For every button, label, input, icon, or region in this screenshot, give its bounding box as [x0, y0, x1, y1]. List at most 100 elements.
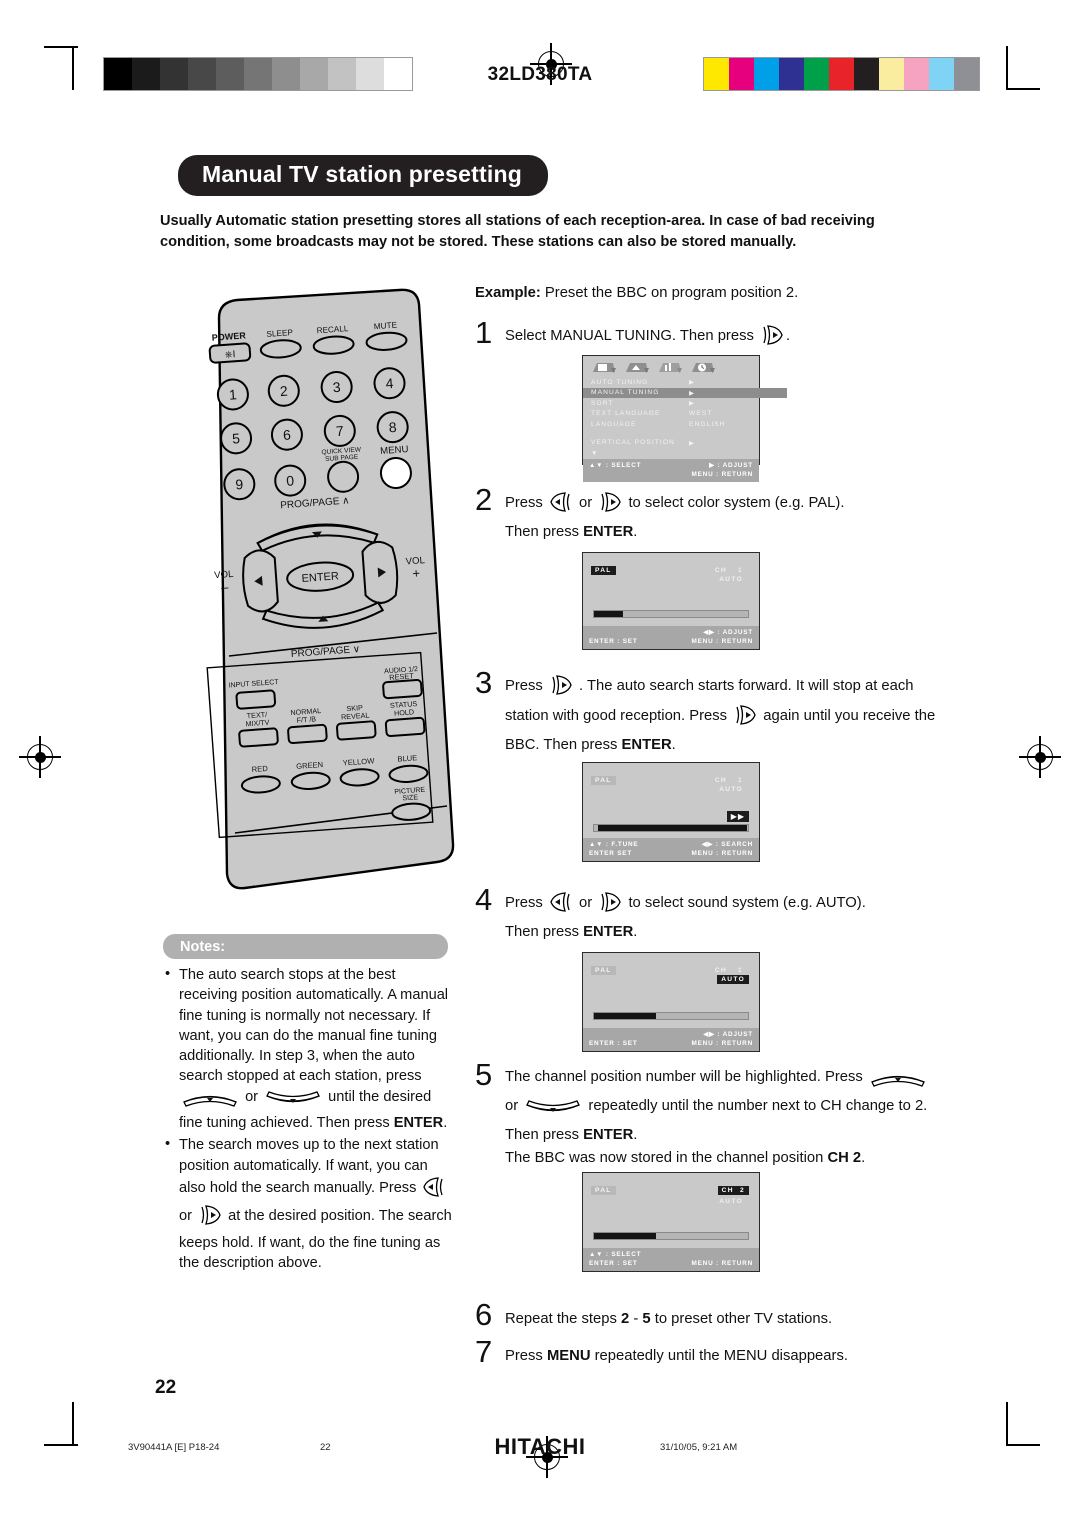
- step-2-mid: or: [574, 495, 597, 511]
- sound-icon: [624, 360, 650, 375]
- osd4-tuning-bar: [593, 1012, 749, 1020]
- osd3-foot-right-2: MENU : RETURN: [691, 850, 753, 857]
- osd-menu-value: ▶: [689, 379, 696, 387]
- model-number: 32LD380TA: [487, 64, 593, 85]
- step-5-mid: or: [505, 1098, 523, 1114]
- osd5-sound-tag: AUTO: [719, 1198, 743, 1205]
- osd-menu-row[interactable]: LANGUAGE ENGLISH: [591, 419, 759, 430]
- osd-footer: ◀▶ : ADJUST ENTER : SET MENU : RETURN: [583, 626, 759, 649]
- svg-text:8: 8: [388, 419, 397, 436]
- step-3-text: Press . The auto search starts forward. …: [505, 668, 941, 757]
- osd-screen-search: PAL CH 1 AUTO ▶▶ ▲▼ : F.TUNE ◀▶ : SEARCH…: [582, 762, 760, 862]
- step-6-a: Repeat the steps: [505, 1311, 621, 1327]
- prog-down-icon: [264, 1090, 322, 1113]
- step-3-enter: ENTER: [621, 737, 672, 753]
- note-1-part3c: .: [443, 1115, 448, 1132]
- step-4-enter: ENTER: [583, 924, 634, 940]
- svg-text:7: 7: [335, 423, 344, 440]
- osd4-sound-tag: AUTO: [717, 975, 749, 984]
- step-7: 7 Press MENU repeatedly until the MENU d…: [475, 1334, 848, 1369]
- bullet-icon: •: [165, 1136, 171, 1153]
- osd2-ch-label: CH: [714, 567, 727, 574]
- osd3-ch-label: CH: [714, 777, 727, 784]
- step-4: 4 Press or to select sound system (e.g. …: [475, 884, 866, 944]
- note-1-mid: or: [245, 1088, 259, 1105]
- osd-screen-channel-position: PAL CH 2 AUTO ▲▼ : SELECT ENTER : SET ME…: [582, 1172, 760, 1272]
- feature-icon: [657, 360, 683, 375]
- osd-menu-row[interactable]: MANUAL TUNING ▶: [583, 387, 787, 398]
- osd3-fast-forward-icon: ▶▶: [726, 811, 749, 822]
- svg-text:RED: RED: [251, 764, 268, 774]
- osd5-ch-value: 2: [740, 1187, 745, 1194]
- step-6: 6 Repeat the steps 2 - 5 to preset other…: [475, 1299, 833, 1331]
- vol-left-icon: [422, 1176, 446, 1204]
- svg-text:F/T /B: F/T /B: [296, 714, 316, 724]
- osd-menu-row[interactable]: SORT ▶: [591, 398, 759, 409]
- osd-menu-label: AUTO TUNING: [591, 378, 649, 386]
- osd1-foot-right-2: MENU : RETURN: [691, 470, 753, 478]
- osd-menu-row[interactable]: AUTO TUNING ▶: [591, 377, 759, 388]
- svg-text:+: +: [412, 566, 421, 582]
- step-5-line3a: The BBC was now stored in the channel po…: [505, 1150, 828, 1166]
- step-1-a: Select MANUAL TUNING. Then press: [505, 328, 758, 344]
- step-1: 1 Select MANUAL TUNING. Then press .: [475, 315, 791, 354]
- step-1-number: 1: [475, 315, 493, 350]
- osd3-foot-left-1: ▲▼ : F.TUNE: [589, 841, 639, 848]
- osd5-foot-right: MENU : RETURN: [691, 1260, 753, 1267]
- step-4-b: to select sound system (e.g. AUTO).: [624, 895, 866, 911]
- osd5-tuning-bar-fill: [594, 1233, 656, 1239]
- brand-logo: HITACHI: [494, 1434, 586, 1459]
- osd4-ch-label: CH: [714, 967, 727, 974]
- vol-right-icon: [733, 704, 757, 734]
- osd-screen-color-system: PAL CH 1 AUTO ◀▶ : ADJUST ENTER : SET ME…: [582, 552, 760, 650]
- step-2-b: to select color system (e.g. PAL).: [624, 495, 845, 511]
- osd3-tuning-bar-fill: [598, 825, 748, 831]
- picture-icon: [591, 360, 617, 375]
- osd-menu-value: ▶: [689, 400, 696, 408]
- note-2-part1: The search moves up to the next station …: [179, 1137, 439, 1196]
- example-label: Example:: [475, 285, 541, 301]
- osd-scroll-down-icon: ▼: [591, 449, 599, 457]
- step-4-text: Press or to select sound system (e.g. AU…: [505, 885, 866, 944]
- svg-text:4: 4: [385, 375, 394, 392]
- osd-menu-value: ENGLISH: [689, 420, 726, 428]
- osd3-system-tag: PAL: [591, 776, 616, 785]
- osd5-foot-left-1: ▲▼ : SELECT: [589, 1251, 642, 1258]
- step-5-a: The channel position number will be high…: [505, 1069, 867, 1085]
- example-line: Example: Preset the BBC on program posit…: [475, 285, 798, 301]
- step-7-a: Press: [505, 1348, 547, 1364]
- note-1-part3: Then press: [316, 1115, 394, 1132]
- osd5-system-tag: PAL: [591, 1186, 616, 1195]
- step-3-number: 3: [475, 665, 493, 700]
- step-1-b: .: [786, 328, 791, 344]
- osd2-foot-right-2: MENU : RETURN: [691, 638, 753, 645]
- osd-menu-value: WEST: [689, 410, 713, 418]
- notes-body: • The auto search stops at the best rece…: [163, 965, 458, 1275]
- vol-right-icon: [760, 324, 784, 354]
- vol-left-icon: [549, 491, 573, 521]
- step-7-text: Press MENU repeatedly until the MENU dis…: [505, 1337, 848, 1368]
- step-7-number: 7: [475, 1334, 493, 1369]
- osd-menu-row-vertical-position[interactable]: VERTICAL POSITION ▶: [591, 438, 759, 449]
- intro-paragraph: Usually Automatic station presetting sto…: [160, 213, 875, 250]
- osd-menu-row[interactable]: TEXT LANGUAGE WEST: [591, 409, 759, 420]
- osd-menu-label: VERTICAL POSITION: [591, 439, 675, 447]
- registration-mark-left: [19, 736, 61, 778]
- prog-up-icon: [181, 1091, 239, 1113]
- note-item: • The auto search stops at the best rece…: [163, 965, 458, 1133]
- svg-text:SIZE: SIZE: [402, 794, 418, 802]
- svg-text:6: 6: [282, 426, 291, 443]
- svg-text:3: 3: [332, 379, 341, 396]
- vol-left-icon: [549, 891, 573, 921]
- osd1-foot-right-1: ▶ : ADJUST: [709, 461, 753, 469]
- remote-control-illustration: .bd{fill:#c9c9c9;stroke:#000;stroke-widt…: [185, 288, 475, 918]
- notes-heading: Notes:: [163, 934, 448, 959]
- osd-menu-label: MANUAL TUNING: [591, 389, 660, 397]
- svg-text:⎈I: ⎈I: [224, 349, 236, 361]
- svg-text:MENU: MENU: [380, 444, 409, 457]
- osd2-ch-value: 1: [738, 567, 743, 574]
- step-6-e: to preset other TV stations.: [650, 1311, 833, 1327]
- step-4-a: Press: [505, 895, 547, 911]
- step-5-ch2: CH 2: [827, 1150, 862, 1166]
- svg-text:1: 1: [228, 386, 237, 403]
